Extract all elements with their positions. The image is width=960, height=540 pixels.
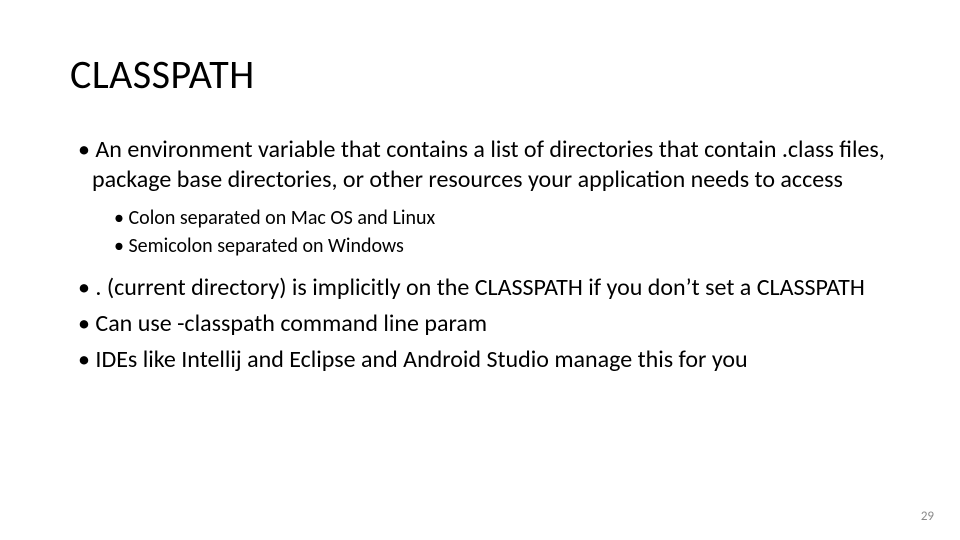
bullet-list: An environment variable that contains a … <box>70 135 890 195</box>
list-item: Can use -classpath command line param <box>70 309 890 339</box>
list-item: Semicolon separated on Windows <box>70 233 890 259</box>
slide: CLASSPATH An environment variable that c… <box>0 0 960 540</box>
list-item: An environment variable that contains a … <box>70 135 890 195</box>
list-item: Colon separated on Mac OS and Linux <box>70 205 890 231</box>
page-title: CLASSPATH <box>70 50 890 99</box>
page-number: 29 <box>921 509 934 524</box>
bullet-sublist: Colon separated on Mac OS and Linux Semi… <box>70 205 890 259</box>
list-item: IDEs like Intellij and Eclipse and Andro… <box>70 345 890 375</box>
list-item: . (current directory) is implicitly on t… <box>70 273 890 303</box>
bullet-list: . (current directory) is implicitly on t… <box>70 273 890 375</box>
